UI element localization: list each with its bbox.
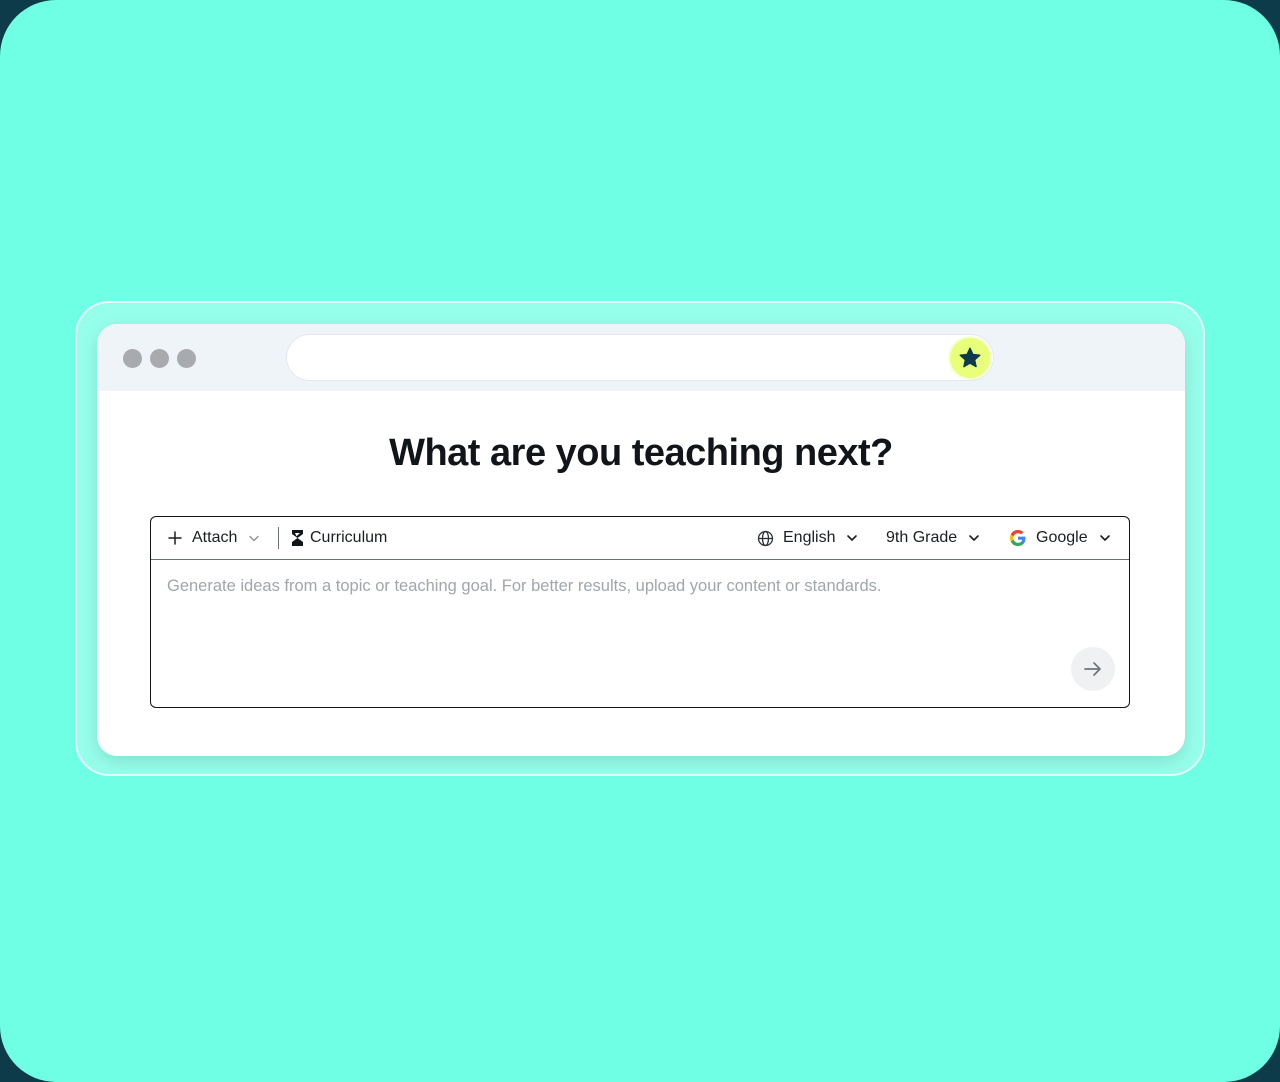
language-label: English (783, 529, 836, 546)
google-g-icon (1010, 530, 1026, 546)
prompt-input[interactable]: Generate ideas from a topic or teaching … (167, 577, 881, 596)
grade-label: 9th Grade (886, 529, 958, 546)
star-icon (959, 347, 981, 368)
chevron-down-icon (847, 535, 858, 541)
provider-dropdown[interactable]: Google (1009, 517, 1112, 559)
chevron-down-icon (969, 535, 979, 541)
browser-chrome (97, 324, 1185, 391)
attach-button[interactable]: Attach (167, 517, 261, 559)
plus-icon (168, 531, 182, 545)
chevron-down-icon (1099, 535, 1110, 541)
send-button[interactable] (1071, 647, 1115, 691)
chevron-down-icon (249, 535, 260, 542)
brand-b-icon (292, 530, 303, 546)
globe-icon (757, 530, 774, 546)
grade-dropdown[interactable]: 9th Grade (886, 517, 981, 559)
window-dot-3 (177, 349, 196, 368)
page-title: What are you teaching next? (389, 432, 893, 474)
window-dot-2 (150, 349, 169, 368)
curriculum-label: Curriculum (310, 529, 388, 546)
browser-window: What are you teaching next? Attach Curri… (97, 324, 1185, 756)
address-bar[interactable] (286, 334, 994, 381)
page-background: What are you teaching next? Attach Curri… (0, 0, 1280, 1082)
composer-toolbar: Attach Curriculum English 9th Grade Goog… (151, 517, 1129, 560)
star-button[interactable] (950, 338, 990, 378)
arrow-right-icon (1084, 662, 1101, 676)
prompt-composer: Attach Curriculum English 9th Grade Goog… (150, 516, 1130, 708)
language-dropdown[interactable]: English (757, 517, 859, 559)
toolbar-divider (278, 527, 279, 549)
window-dot-1 (123, 349, 142, 368)
curriculum-button[interactable]: Curriculum (291, 517, 387, 559)
provider-label: Google (1036, 529, 1088, 546)
attach-label: Attach (192, 529, 238, 546)
